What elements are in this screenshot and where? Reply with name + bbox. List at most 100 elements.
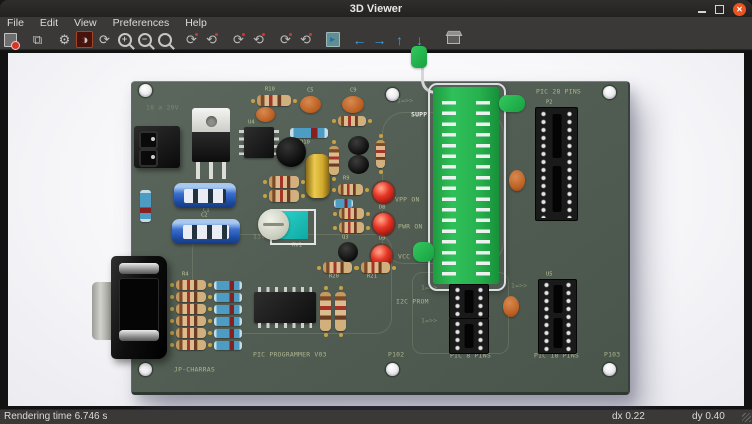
menu-view[interactable]: View: [66, 17, 105, 30]
resistor-array: [176, 340, 206, 350]
rotate-z-ccw-icon: ⟲: [300, 31, 311, 48]
window-title: 3D Viewer: [350, 3, 402, 15]
redraw-button[interactable]: ⟳: [96, 31, 113, 48]
capacitor-disc: [509, 170, 525, 191]
reload-board-button[interactable]: [2, 31, 19, 48]
mounting-hole: [139, 363, 152, 376]
menu-edit[interactable]: Edit: [32, 17, 66, 30]
zif-latch-tab: [413, 242, 434, 262]
silkscreen-supply: SUPP: [411, 111, 427, 118]
rotate-y-cw-button[interactable]: ⟳: [230, 31, 247, 48]
diode-array: [214, 305, 242, 314]
status-dx: dx 0.22: [612, 411, 645, 422]
window-controls: ✕: [698, 2, 746, 16]
ref-q3: Q3: [342, 234, 349, 241]
resistor-r18: [269, 176, 299, 188]
voltage-regulator: [191, 108, 231, 180]
zoom-fit-button[interactable]: [156, 31, 173, 48]
rotate-x-ccw-button[interactable]: ⟲: [203, 31, 220, 48]
zoom-in-button[interactable]: +: [116, 31, 133, 48]
mounting-hole: [386, 363, 399, 376]
resistor-r7: [338, 116, 366, 126]
led-pwr: [373, 213, 394, 235]
silkscreen-vpp-on: VPP ON: [395, 196, 420, 203]
arrow-up-icon: ↑: [396, 32, 403, 48]
ref-d8: D8: [379, 204, 386, 211]
cube-icon: [447, 35, 460, 44]
pcb-board: 18 a 20V 1=>> SUPP PIC 28 PINS VPP ON PW…: [131, 81, 630, 395]
maximize-button[interactable]: [715, 5, 724, 14]
resistor-r19: [269, 190, 299, 202]
resistor-r13: [335, 292, 346, 331]
dip-socket-28pin: [535, 107, 578, 221]
rotate-y-ccw-icon: ⟲: [253, 31, 264, 48]
rotate-x-ccw-icon: ⟲: [206, 31, 217, 48]
silkscreen-pic28: PIC 28 PINS: [536, 88, 581, 95]
resize-grip[interactable]: [742, 413, 751, 422]
3d-viewport[interactable]: 18 a 20V 1=>> SUPP PIC 28 PINS VPP ON PW…: [8, 53, 744, 406]
diode-array: [214, 341, 242, 350]
minimize-button[interactable]: [698, 11, 706, 13]
toolbar: ⧉ ⚙ ◑ ⟳ + − ⟳ ⟲ ⟳ ⟲ ⟳ ⟲ ▸ ← → ↑ ↓: [0, 30, 752, 50]
menu-help[interactable]: Help: [177, 17, 215, 30]
zoom-out-button[interactable]: −: [136, 31, 153, 48]
silkscreen-p102: P102: [388, 351, 404, 358]
menu-preferences[interactable]: Preferences: [105, 17, 178, 30]
zoom-fit-icon: [158, 33, 172, 47]
silkscreen-author: JP-CHARRAS: [174, 366, 215, 373]
copy-image-button[interactable]: ⧉: [29, 31, 46, 48]
rotate-x-cw-icon: ⟳: [186, 31, 197, 48]
silkscreen-i2c-prom: I2C PROM: [396, 298, 429, 305]
silkscreen-pin1-marker: 1=>>: [397, 97, 413, 104]
silkscreen-pwr-on: PWR ON: [398, 223, 423, 230]
ortho-projection-button[interactable]: [445, 31, 462, 48]
ref-d9: D9: [379, 235, 386, 242]
render-material-button[interactable]: ◑: [76, 31, 93, 48]
diode-d10: [290, 128, 328, 138]
capacitor-c1: [174, 183, 236, 208]
ref-r21: R21: [367, 273, 377, 280]
led-vpp: [373, 182, 394, 203]
terminal-block: [134, 126, 180, 168]
status-bar: Rendering time 6.746 s dx 0.22 dy 0.40: [0, 409, 752, 424]
pan-up-button[interactable]: ↑: [391, 31, 408, 48]
diode-array: [214, 293, 242, 302]
resistor-r21: [361, 262, 390, 273]
move-board-button[interactable]: ▸: [324, 31, 341, 48]
pan-left-button[interactable]: ←: [351, 31, 368, 48]
canvas-frame: 18 a 20V 1=>> SUPP PIC 28 PINS VPP ON PW…: [0, 51, 752, 409]
capacitor-c5: [300, 96, 321, 113]
silkscreen-input-range: 18 a 20V: [146, 104, 179, 111]
status-dy: dy 0.40: [692, 411, 725, 422]
rotate-z-cw-button[interactable]: ⟳: [277, 31, 294, 48]
transistor-q3: [338, 242, 358, 262]
close-button[interactable]: ✕: [733, 3, 746, 16]
mounting-hole: [603, 363, 616, 376]
rotate-z-ccw-button[interactable]: ⟲: [297, 31, 314, 48]
mounting-hole: [603, 86, 616, 99]
transistor-q2: [348, 136, 369, 155]
render-options-button[interactable]: ⚙: [56, 31, 73, 48]
rotate-x-cw-button[interactable]: ⟳: [183, 31, 200, 48]
arrow-left-icon: ←: [353, 32, 367, 48]
zif-lever-knob: [411, 46, 427, 68]
diode-array: [214, 317, 242, 326]
resistor-array: [176, 280, 206, 290]
resistor-r12: [320, 292, 331, 331]
copy-icon: ⧉: [33, 32, 42, 48]
reload-board-icon: [4, 33, 17, 47]
menu-file[interactable]: File: [0, 17, 32, 30]
trimmer-knob: [258, 209, 289, 240]
pan-right-button[interactable]: →: [371, 31, 388, 48]
diode-small: [334, 199, 353, 208]
rotate-y-ccw-button[interactable]: ⟲: [250, 31, 267, 48]
ref-r9: R9: [343, 175, 350, 182]
capacitor-yellow: [306, 154, 330, 198]
black-capacitor: [276, 137, 306, 167]
ref-c9: C9: [350, 87, 357, 94]
title-bar[interactable]: 3D Viewer ✕: [0, 0, 752, 17]
rotate-z-cw-icon: ⟳: [280, 31, 291, 48]
rotate-y-cw-icon: ⟳: [233, 31, 244, 48]
rendering-time: Rendering time 6.746 s: [4, 411, 107, 422]
diode-array: [214, 329, 242, 338]
